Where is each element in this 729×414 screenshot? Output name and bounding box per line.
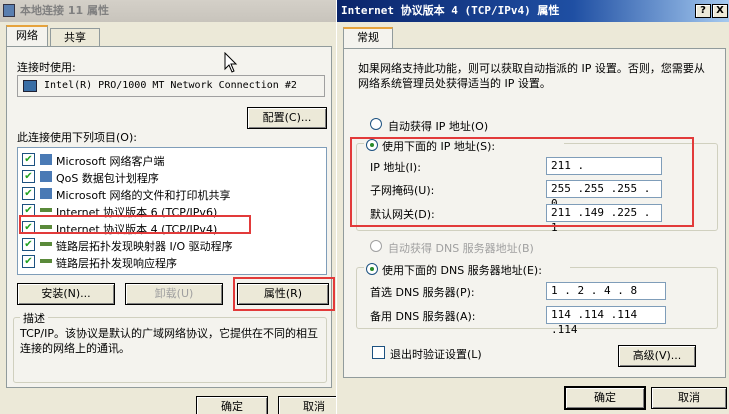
right-ok-button[interactable]: 确定 xyxy=(565,387,645,409)
description-group: 描述 TCP/IP。该协议是默认的广域网络协议，它提供在不同的相互连接的网络上的… xyxy=(13,310,327,383)
adapter-field: Intel(R) PRO/1000 MT Network Connection … xyxy=(17,75,325,97)
item-checkbox[interactable]: ✔ xyxy=(22,187,35,200)
preferred-dns-label: 首选 DNS 服务器(P): xyxy=(370,286,475,299)
validate-option[interactable]: 退出时验证设置(L) xyxy=(372,345,552,361)
list-item[interactable]: ✔ Microsoft 网络的文件和打印机共享 xyxy=(18,185,318,202)
protocol-icon xyxy=(40,259,52,263)
tab-network[interactable]: 网络 xyxy=(6,25,48,47)
network-client-icon xyxy=(40,154,52,165)
auto-dns-radio[interactable] xyxy=(370,240,382,252)
uninstall-button[interactable]: 卸载(U) xyxy=(125,283,223,305)
preferred-dns-field[interactable]: 1 . 2 . 4 . 8 xyxy=(546,282,666,300)
close-button[interactable]: X xyxy=(712,4,728,18)
description-label: 描述 xyxy=(20,310,48,326)
item-checkbox[interactable]: ✔ xyxy=(22,170,35,183)
auto-ip-option[interactable]: 自动获得 IP 地址(O) xyxy=(356,117,576,133)
static-ip-highlight-box xyxy=(350,137,694,227)
adapter-name: Intel(R) PRO/1000 MT Network Connection … xyxy=(44,80,297,91)
alternate-dns-field[interactable]: 114 .114 .114 .114 xyxy=(546,306,666,336)
item-checkbox[interactable]: ✔ xyxy=(22,255,35,268)
items-list[interactable]: ✔ Microsoft 网络客户端 ✔ QoS 数据包计划程序 ✔ Micros… xyxy=(17,147,327,275)
general-tab-panel: 如果网络支持此功能，则可以获取自动指派的 IP 设置。否则，您需要从网络系统管理… xyxy=(343,48,726,378)
manual-dns-radio[interactable] xyxy=(366,263,378,275)
mouse-cursor-icon xyxy=(224,52,238,73)
configure-button[interactable]: 配置(C)... xyxy=(247,107,327,129)
description-text: TCP/IP。该协议是默认的广域网络协议，它提供在不同的相互连接的网络上的通讯。 xyxy=(20,327,318,355)
alternate-dns-label: 备用 DNS 服务器(A): xyxy=(370,310,476,323)
intro-text: 如果网络支持此功能，则可以获取自动指派的 IP 设置。否则，您需要从网络系统管理… xyxy=(358,62,705,90)
protocol-icon xyxy=(40,208,52,212)
right-window-titlebar[interactable]: Internet 协议版本 4 (TCP/IPv4) 属性 xyxy=(337,0,729,22)
list-item[interactable]: ✔ 链路层拓扑发现响应程序 xyxy=(18,253,318,270)
list-item[interactable]: ✔ Microsoft 网络客户端 xyxy=(18,151,318,168)
right-cancel-button[interactable]: 取消 xyxy=(651,387,727,409)
manual-dns-option[interactable]: 使用下面的 DNS 服务器地址(E): xyxy=(364,261,570,277)
connection-icon xyxy=(3,4,15,17)
right-window-title: Internet 协议版本 4 (TCP/IPv4) 属性 xyxy=(341,4,560,17)
tab-general[interactable]: 常规 xyxy=(343,27,393,49)
qos-icon xyxy=(40,171,52,182)
item-checkbox[interactable]: ✔ xyxy=(22,153,35,166)
validate-checkbox[interactable] xyxy=(372,346,385,359)
file-share-icon xyxy=(40,188,52,199)
adapter-icon xyxy=(23,80,37,92)
left-tab-panel: 连接时使用: Intel(R) PRO/1000 MT Network Conn… xyxy=(6,46,335,388)
protocol-icon xyxy=(40,242,52,246)
left-ok-button[interactable]: 确定 xyxy=(196,396,268,414)
auto-dns-option[interactable]: 自动获得 DNS 服务器地址(B) xyxy=(356,239,576,255)
list-item[interactable]: ✔ QoS 数据包计划程序 xyxy=(18,168,318,185)
left-properties-window: 本地连接 11 属性 网络 共享 连接时使用: Intel(R) PRO/100… xyxy=(0,0,350,414)
left-window-title: 本地连接 11 属性 xyxy=(20,4,109,17)
items-label: 此连接使用下列项目(O): xyxy=(17,131,137,144)
install-button[interactable]: 安装(N)... xyxy=(17,283,115,305)
item-checkbox[interactable]: ✔ xyxy=(22,238,35,251)
ipv4-highlight-box xyxy=(19,215,251,234)
ipv4-properties-window: Internet 协议版本 4 (TCP/IPv4) 属性 ? X 常规 如果网… xyxy=(336,0,729,414)
advanced-button[interactable]: 高级(V)... xyxy=(618,345,696,367)
auto-ip-radio[interactable] xyxy=(370,118,382,130)
help-button[interactable]: ? xyxy=(695,4,711,18)
list-item[interactable]: ✔ 链路层拓扑发现映射器 I/O 驱动程序 xyxy=(18,236,318,253)
left-window-titlebar[interactable]: 本地连接 11 属性 xyxy=(0,0,336,22)
connect-using-label: 连接时使用: xyxy=(17,61,76,74)
tab-sharing[interactable]: 共享 xyxy=(50,28,100,47)
properties-highlight-box xyxy=(233,277,335,311)
